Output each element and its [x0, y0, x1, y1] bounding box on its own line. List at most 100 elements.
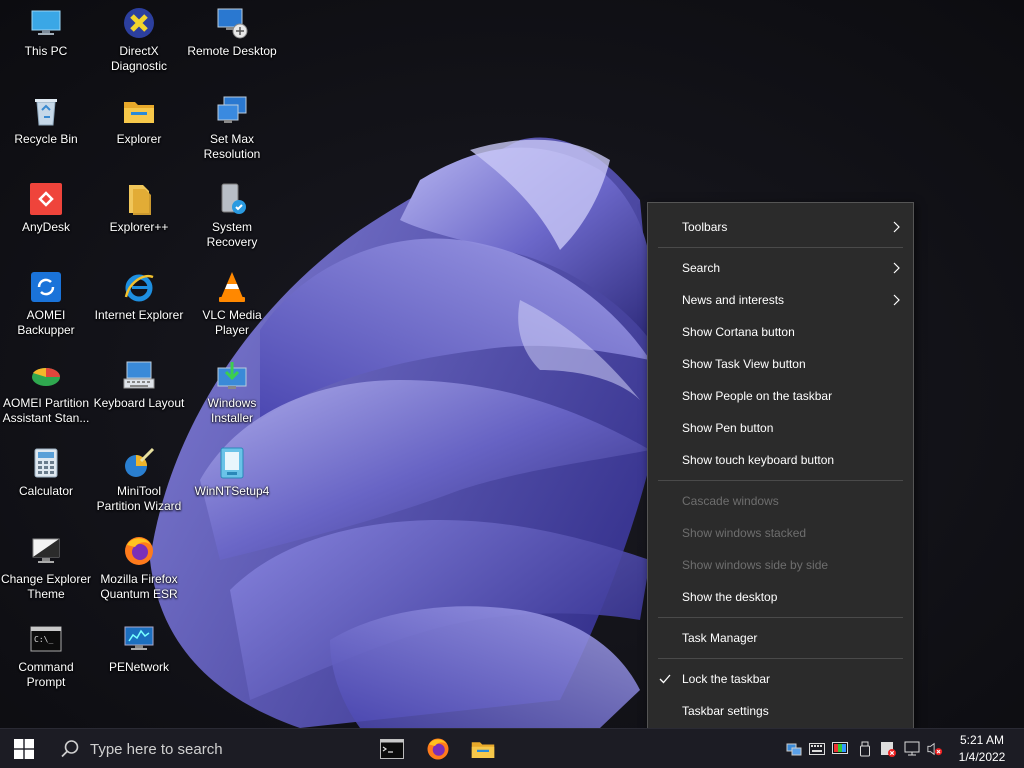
menu-item-label: Show Pen button: [682, 421, 774, 435]
menu-item-show-cortana-button[interactable]: Show Cortana button: [648, 316, 913, 348]
chevron-right-icon: [893, 221, 900, 233]
desktop-icon-change-explorer-theme[interactable]: Change Explorer Theme: [0, 528, 92, 612]
chevron-right-icon: [893, 294, 900, 306]
desktop-icon-label: AOMEI Partition Assistant Stan...: [2, 396, 90, 425]
network-tray-icon[interactable]: [904, 741, 920, 757]
desktop-icon-label: Internet Explorer: [94, 308, 184, 322]
color-display-tray-icon[interactable]: [832, 741, 848, 757]
usb-drive-tray-icon[interactable]: [857, 741, 873, 757]
taskbar-app-command-prompt[interactable]: [370, 729, 414, 768]
desktop-icon-aomei-partition[interactable]: AOMEI Partition Assistant Stan...: [0, 352, 92, 436]
menu-item-news-and-interests[interactable]: News and interests: [648, 284, 913, 316]
desktop-icon-penetwork[interactable]: PENetwork: [93, 616, 185, 700]
taskbar-context-menu: Toolbars Search News and interests Show …: [647, 202, 914, 736]
desktop-icon-label: VLC Media Player: [202, 308, 262, 337]
desktop-icon-minitool-partition-wizard[interactable]: MiniTool Partition Wizard: [93, 440, 185, 524]
menu-separator: [658, 247, 903, 248]
menu-item-label: Show touch keyboard button: [682, 453, 835, 467]
winntsetup-icon: [215, 446, 249, 480]
menu-item-show-touch-keyboard[interactable]: Show touch keyboard button: [648, 444, 913, 476]
desktop-icon-label: Keyboard Layout: [93, 396, 185, 410]
menu-item-task-manager[interactable]: Task Manager: [648, 622, 913, 654]
search-placeholder: Type here to search: [90, 740, 223, 758]
desktop-icon-keyboard-layout[interactable]: Keyboard Layout: [93, 352, 185, 436]
monitor-icon: [29, 6, 63, 40]
network-icon: [122, 622, 156, 656]
system-recovery-icon: [215, 182, 249, 216]
menu-item-label: Show the desktop: [682, 590, 778, 604]
desktop-icon-calculator[interactable]: Calculator: [0, 440, 92, 524]
clock-time: 5:21 AM: [959, 733, 1005, 747]
menu-item-label: News and interests: [682, 293, 785, 307]
desktop-icon-system-recovery[interactable]: System Recovery: [186, 176, 278, 260]
menu-separator: [658, 658, 903, 659]
start-button[interactable]: [0, 729, 48, 768]
menu-item-toolbars[interactable]: Toolbars: [648, 211, 913, 243]
taskbar-app-firefox[interactable]: [416, 729, 460, 768]
desktop-icon-label: Explorer: [116, 132, 162, 146]
internet-explorer-icon: [122, 270, 156, 304]
menu-item-label: Task Manager: [682, 631, 758, 645]
desktop-icon-set-max-resolution[interactable]: Set Max Resolution: [186, 88, 278, 172]
desktop-icon-label: AOMEI Backupper: [17, 308, 75, 337]
menu-item-taskbar-settings[interactable]: Taskbar settings: [648, 695, 913, 727]
desktop-icon-explorer[interactable]: Explorer: [93, 88, 185, 172]
taskbar-app-file-explorer[interactable]: [461, 729, 505, 768]
search-icon: [61, 740, 79, 758]
desktop-icon-internet-explorer[interactable]: Internet Explorer: [93, 264, 185, 348]
network-adapter-icon: [786, 743, 802, 756]
menu-item-show-desktop[interactable]: Show the desktop: [648, 581, 913, 613]
command-prompt-icon: C:\_: [29, 622, 63, 656]
clock-date: 1/4/2022: [958, 750, 1006, 764]
volume-tray-icon[interactable]: [927, 741, 943, 757]
desktop-icon-winntsetup4[interactable]: WinNTSetup4: [186, 440, 278, 524]
calculator-icon: [29, 446, 63, 480]
menu-separator: [658, 480, 903, 481]
desktop-icon-label: This PC: [24, 44, 68, 58]
chevron-right-icon: [893, 262, 900, 274]
desktop-icon-label: System Recovery: [206, 220, 258, 249]
desktop-icon-remote-desktop[interactable]: Remote Desktop: [186, 0, 278, 84]
recycle-bin-icon: [29, 94, 63, 128]
desktop-icon-windows-installer[interactable]: Windows Installer: [186, 352, 278, 436]
desktop-icon-vlc-media-player[interactable]: VLC Media Player: [186, 264, 278, 348]
command-prompt-icon: [380, 739, 404, 759]
keyboard-tray-icon[interactable]: [809, 741, 825, 757]
desktop-icon-label: Set Max Resolution: [203, 132, 261, 161]
folder-icon: [122, 94, 156, 128]
menu-item-show-pen-button[interactable]: Show Pen button: [648, 412, 913, 444]
menu-item-lock-taskbar[interactable]: Lock the taskbar: [648, 663, 913, 695]
desktop-icon-label: Remote Desktop: [187, 44, 277, 58]
checkmark-icon: [659, 674, 671, 684]
desktop-icon-this-pc[interactable]: This PC: [0, 0, 92, 84]
menu-item-label: Show windows stacked: [682, 526, 807, 540]
menu-item-show-people[interactable]: Show People on the taskbar: [648, 380, 913, 412]
menu-item-label: Cascade windows: [682, 494, 779, 508]
desktop-icon-explorer-plus-plus[interactable]: Explorer++: [93, 176, 185, 260]
volume-muted-icon: [927, 742, 943, 756]
desktop-icon-mozilla-firefox[interactable]: Mozilla Firefox Quantum ESR: [93, 528, 185, 612]
menu-item-search[interactable]: Search: [648, 252, 913, 284]
menu-item-label: Show Cortana button: [682, 325, 795, 339]
disk-error-tray-icon[interactable]: [880, 741, 896, 757]
taskbar-search-box[interactable]: Type here to search: [48, 729, 358, 768]
desktop-icon-directx-diagnostic[interactable]: DirectX Diagnostic: [93, 0, 185, 84]
desktop-icon-command-prompt[interactable]: C:\_ Command Prompt: [0, 616, 92, 700]
desktop-icon-label: Calculator: [18, 484, 74, 498]
desktop-icon-label: Mozilla Firefox Quantum ESR: [100, 572, 178, 601]
firefox-icon: [122, 534, 156, 568]
keyboard-layout-icon: [122, 358, 156, 392]
desktop-icon-recycle-bin[interactable]: Recycle Bin: [0, 88, 92, 172]
windows-installer-icon: [215, 358, 249, 392]
desktop-icon-label: AnyDesk: [21, 220, 71, 234]
menu-item-show-task-view-button[interactable]: Show Task View button: [648, 348, 913, 380]
menu-item-windows-stacked: Show windows stacked: [648, 517, 913, 549]
desktop-icon-anydesk[interactable]: AnyDesk: [0, 176, 92, 260]
taskbar-clock[interactable]: 5:21 AM 1/4/2022: [950, 732, 1014, 766]
desktop-icon-label: Change Explorer Theme: [0, 572, 92, 601]
desktop-icon-label: WinNTSetup4: [194, 484, 270, 498]
network-adapter-tray-icon[interactable]: [786, 741, 802, 757]
desktop-icon-aomei-backupper[interactable]: AOMEI Backupper: [0, 264, 92, 348]
disk-error-icon: [881, 742, 896, 757]
desktop-icon-label: Command Prompt: [18, 660, 74, 689]
